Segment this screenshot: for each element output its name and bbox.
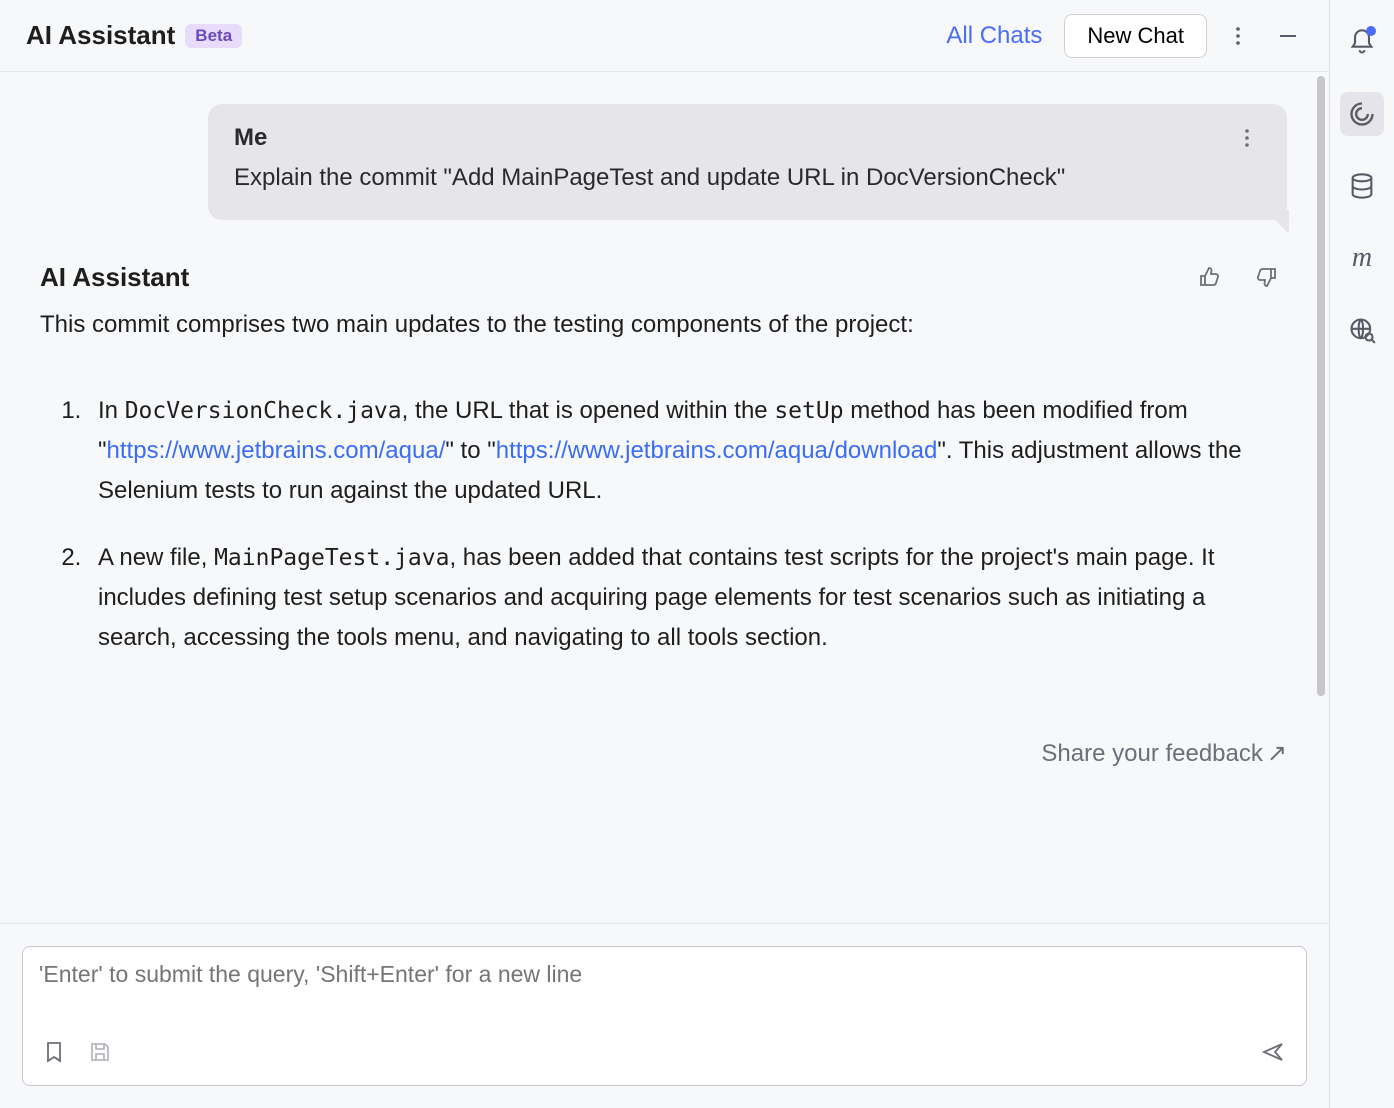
code-method: setUp: [774, 398, 843, 424]
assistant-sender-label: AI Assistant: [40, 262, 189, 293]
thumbs-up-button[interactable]: [1191, 258, 1229, 296]
more-options-button[interactable]: [1219, 17, 1257, 55]
app-title: AI Assistant: [26, 20, 175, 51]
share-feedback-link[interactable]: Share your feedback↗: [0, 725, 1325, 776]
code-filename: DocVersionCheck.java: [125, 398, 402, 424]
kebab-icon: [1226, 24, 1250, 48]
input-area: [0, 923, 1329, 1108]
right-sidebar: m: [1330, 0, 1394, 1108]
send-button[interactable]: [1256, 1035, 1290, 1069]
database-tab[interactable]: [1340, 164, 1384, 208]
save-icon: [88, 1040, 112, 1064]
header: AI Assistant Beta All Chats New Chat: [0, 0, 1329, 72]
save-button[interactable]: [85, 1037, 115, 1067]
url-link[interactable]: https://www.jetbrains.com/aqua/download: [496, 437, 938, 464]
send-icon: [1261, 1040, 1285, 1064]
new-chat-button[interactable]: New Chat: [1064, 14, 1207, 58]
scrollbar[interactable]: [1317, 76, 1327, 756]
assistant-message: AI Assistant This commit comprises two m…: [38, 258, 1287, 657]
list-item: In DocVersionCheck.java, the URL that is…: [88, 391, 1285, 510]
thumbs-down-icon: [1254, 265, 1278, 289]
external-link-icon: ↗: [1267, 740, 1287, 767]
code-filename: MainPageTest.java: [214, 545, 449, 571]
user-message-text: Explain the commit "Add MainPageTest and…: [234, 160, 1261, 196]
message-options-button[interactable]: [1233, 124, 1261, 152]
chat-scroll-area[interactable]: Me Explain the commit "Add MainPageTest …: [0, 72, 1329, 923]
bookmark-button[interactable]: [39, 1037, 69, 1067]
assistant-intro-text: This commit comprises two main updates t…: [40, 306, 1285, 343]
list-item: A new file, MainPageTest.java, has been …: [88, 538, 1285, 657]
main-panel: AI Assistant Beta All Chats New Chat Me: [0, 0, 1330, 1108]
chat-input-box[interactable]: [22, 946, 1307, 1086]
ai-assistant-tab[interactable]: [1340, 92, 1384, 136]
kebab-icon: [1235, 126, 1259, 150]
beta-badge: Beta: [185, 24, 242, 48]
assistant-list: In DocVersionCheck.java, the URL that is…: [40, 391, 1285, 657]
url-link[interactable]: https://www.jetbrains.com/aqua/: [107, 437, 446, 464]
thumbs-down-button[interactable]: [1247, 258, 1285, 296]
minimize-button[interactable]: [1269, 17, 1307, 55]
notification-dot: [1366, 26, 1376, 36]
user-message-bubble: Me Explain the commit "Add MainPageTest …: [208, 104, 1287, 220]
thumbs-up-icon: [1198, 265, 1222, 289]
chat-input[interactable]: [39, 961, 1290, 1035]
bookmark-icon: [42, 1040, 66, 1064]
at-spiral-icon: [1348, 100, 1376, 128]
notifications-button[interactable]: [1340, 20, 1384, 64]
minimize-icon: [1276, 24, 1300, 48]
maven-tab[interactable]: m: [1340, 236, 1384, 280]
globe-search-icon: [1348, 316, 1376, 344]
database-icon: [1348, 172, 1376, 200]
web-inspector-tab[interactable]: [1340, 308, 1384, 352]
user-sender-label: Me: [234, 124, 267, 152]
all-chats-link[interactable]: All Chats: [946, 22, 1042, 50]
